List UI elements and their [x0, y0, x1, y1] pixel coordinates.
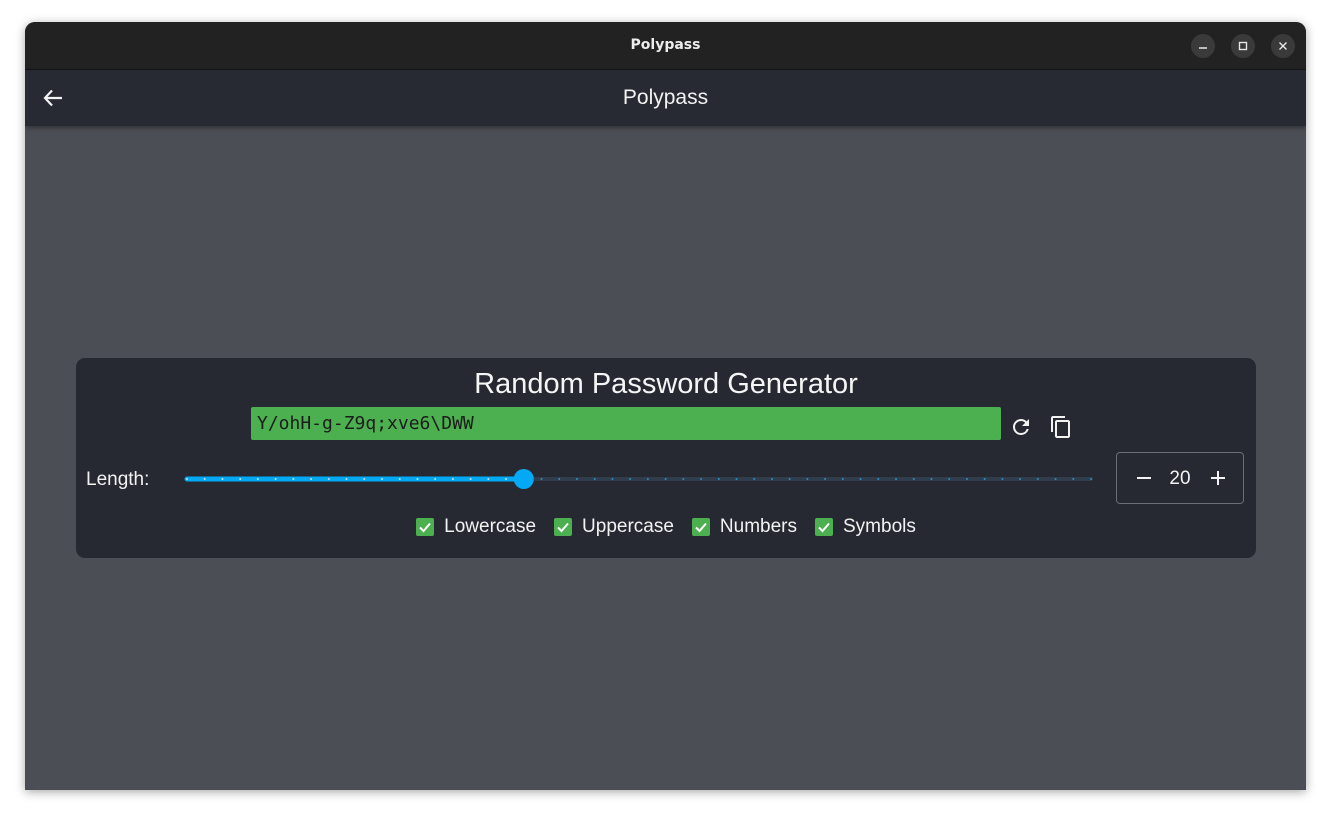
- generator-title: Random Password Generator: [474, 368, 858, 400]
- slider-tick: [646, 478, 649, 480]
- slider-tick: [327, 478, 330, 480]
- slider-tick: [1054, 478, 1057, 480]
- slider-tick: [380, 478, 383, 480]
- password-generator-card: Random Password Generator Y/ohH-g-Z9q;xv…: [76, 358, 1256, 558]
- slider-tick: [239, 478, 242, 480]
- uppercase-checkbox[interactable]: [554, 518, 573, 536]
- slider-tick: [806, 478, 809, 480]
- slider-tick: [841, 478, 844, 480]
- copy-icon: [1049, 416, 1073, 443]
- slider-tick: [203, 478, 206, 480]
- symbols-checkbox[interactable]: [815, 518, 833, 536]
- slider-tick: [965, 478, 968, 480]
- plus-icon: [1207, 471, 1229, 493]
- slider-tick: [1072, 478, 1075, 480]
- slider-tick: [363, 478, 366, 480]
- length-slider[interactable]: [184, 468, 1094, 490]
- minimize-button[interactable]: [1191, 34, 1215, 58]
- slider-tick: [505, 478, 508, 480]
- slider-tick: [788, 478, 791, 480]
- slider-tick: [895, 478, 898, 480]
- numbers-label: Numbers: [719, 516, 797, 537]
- slider-tick: [593, 478, 596, 480]
- slider-tick: [434, 478, 437, 480]
- slider-tick: [186, 478, 188, 480]
- slider-tick: [558, 478, 561, 480]
- slider-tick: [824, 478, 827, 480]
- length-stepper: 20: [1116, 452, 1244, 504]
- slider-tick: [256, 478, 259, 480]
- slider-tick: [575, 478, 578, 480]
- slider-tick: [1090, 478, 1092, 480]
- app-window: Polypass Polypass Random Password Genera…: [25, 22, 1306, 790]
- slider-tick: [770, 478, 773, 480]
- slider-tick: [292, 478, 295, 480]
- slider-tick: [912, 478, 915, 480]
- slider-tick: [948, 478, 951, 480]
- numbers-checkbox[interactable]: [691, 518, 710, 536]
- lowercase-label: Lowercase: [444, 516, 537, 537]
- character-options: Lowercase Uppercase Numbers Symbols: [76, 516, 1256, 538]
- window-titlebar[interactable]: Polypass: [25, 22, 1306, 70]
- length-value[interactable]: 20: [1157, 468, 1203, 490]
- page-title: Polypass: [622, 86, 709, 109]
- slider-tick: [735, 478, 738, 480]
- lowercase-checkbox[interactable]: [416, 518, 435, 536]
- slider-tick: [1036, 478, 1039, 480]
- slider-tick: [1019, 478, 1022, 480]
- slider-tick: [682, 478, 685, 480]
- uppercase-label: Uppercase: [582, 516, 674, 537]
- refresh-icon: [1009, 419, 1033, 443]
- option-symbols[interactable]: Symbols: [815, 516, 916, 538]
- password-output[interactable]: Y/ohH-g-Z9q;xve6\DWW: [251, 407, 1001, 440]
- slider-tick: [221, 478, 224, 480]
- length-label: Length:: [86, 469, 150, 490]
- slider-tick: [1001, 478, 1004, 480]
- minus-icon: [1133, 474, 1155, 493]
- slider-tick: [451, 478, 454, 480]
- slider-tick: [487, 478, 490, 480]
- symbols-label: Symbols: [843, 516, 916, 537]
- option-uppercase[interactable]: Uppercase: [554, 516, 674, 538]
- slider-tick: [540, 478, 543, 480]
- slider-tick: [859, 478, 862, 480]
- slider-tick: [469, 478, 472, 480]
- slider-tick: [717, 478, 720, 480]
- app-bar: Polypass: [25, 70, 1306, 126]
- maximize-button[interactable]: [1231, 34, 1255, 58]
- slider-tick: [664, 478, 667, 480]
- slider-tick: [416, 478, 419, 480]
- copy-button[interactable]: [1049, 415, 1073, 439]
- slider-tick: [629, 478, 632, 480]
- slider-tick: [611, 478, 614, 480]
- slider-tick: [345, 478, 348, 480]
- decrement-button[interactable]: [1133, 467, 1155, 489]
- option-numbers[interactable]: Numbers: [691, 516, 797, 538]
- slider-tick: [753, 478, 756, 480]
- slider-tick: [983, 478, 986, 480]
- close-window-button[interactable]: [1271, 34, 1295, 58]
- slider-tick: [274, 478, 277, 480]
- slider-tick: [877, 478, 880, 480]
- slider-tick: [398, 478, 401, 480]
- slider-tick: [700, 478, 703, 480]
- slider-tick: [310, 478, 313, 480]
- window-title: Polypass: [630, 37, 701, 53]
- slider-tick: [930, 478, 933, 480]
- increment-button[interactable]: [1207, 467, 1229, 489]
- regenerate-button[interactable]: [1009, 415, 1033, 439]
- option-lowercase[interactable]: Lowercase: [416, 516, 536, 538]
- slider-thumb[interactable]: [513, 469, 534, 489]
